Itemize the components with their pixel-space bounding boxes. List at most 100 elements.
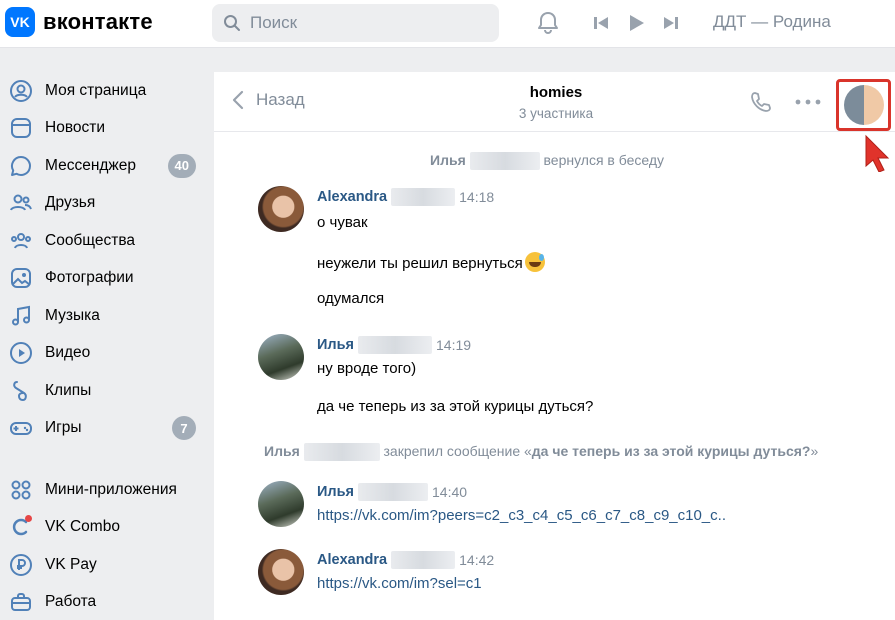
- message-time[interactable]: 14:42: [459, 552, 494, 568]
- sidebar-item-label: Друзья: [45, 194, 96, 212]
- event-text: вернулся в беседу: [543, 152, 665, 168]
- sidebar-item-messenger[interactable]: Мессенджер 40: [0, 147, 212, 185]
- avatar[interactable]: [258, 186, 304, 232]
- friends-icon: [10, 194, 32, 211]
- redacted-surname: [358, 336, 433, 354]
- message-text: неужели ты решил вернуться: [317, 255, 523, 272]
- bell-icon[interactable]: [535, 10, 561, 36]
- message-text: ну вроде того): [317, 360, 417, 377]
- sidebar-item-vk-pay[interactable]: VK Pay: [0, 546, 212, 584]
- message-text: одумался: [317, 290, 385, 307]
- cursor-arrow-icon: [865, 134, 890, 172]
- message-time[interactable]: 14:19: [436, 337, 471, 353]
- message-link[interactable]: https://vk.com/im?peers=c2_c3_c4_c5_c6_c…: [317, 507, 726, 524]
- sidebar-item-label: Видео: [45, 344, 91, 362]
- message-time[interactable]: 14:18: [459, 189, 494, 205]
- user-circle-icon: [10, 79, 32, 102]
- system-event-pinned: Илья закрепил сообщение «да че теперь из…: [264, 443, 819, 462]
- sidebar-item-label: Моя страница: [45, 81, 147, 99]
- message-author[interactable]: Alexandra: [317, 189, 387, 205]
- back-label: Назад: [256, 90, 305, 109]
- sidebar-item-label: Новости: [45, 119, 106, 137]
- message-link[interactable]: https://vk.com/im?sel=c1: [317, 575, 482, 592]
- sidebar-item-games[interactable]: Игры 7: [0, 410, 212, 448]
- event-author[interactable]: Илья: [430, 152, 466, 168]
- audio-player-controls: [592, 13, 680, 33]
- avatar[interactable]: [258, 549, 304, 595]
- gamepad-icon: [10, 422, 32, 436]
- now-playing-title[interactable]: ДДТ — Родина: [713, 12, 831, 32]
- avatar[interactable]: [258, 334, 304, 380]
- avatar[interactable]: [258, 481, 304, 527]
- search-placeholder: Поиск: [250, 13, 298, 32]
- communities-icon: [11, 232, 31, 249]
- message-text-with-emoji: неужели ты решил вернуться: [317, 252, 545, 272]
- message-icon: [11, 155, 31, 176]
- unread-badge: 40: [167, 153, 196, 178]
- sidebar-item-label: VK Combo: [45, 518, 120, 536]
- sidebar-item-vk-combo[interactable]: VK Combo: [0, 509, 212, 547]
- sidebar-divider: [0, 447, 212, 471]
- vk-logo[interactable]: VK вконтакте: [5, 7, 153, 37]
- sidebar-item-friends[interactable]: Друзья: [0, 185, 212, 223]
- sweat-smile-emoji-icon: [524, 252, 545, 272]
- redacted-surname: [391, 188, 456, 206]
- music-icon: [12, 305, 30, 326]
- participants-count[interactable]: 3 участника: [496, 106, 616, 121]
- clips-icon: [13, 380, 27, 401]
- ruble-icon: [10, 553, 32, 576]
- next-track-icon[interactable]: [662, 14, 680, 32]
- back-button[interactable]: Назад: [232, 90, 305, 110]
- chat-avatar[interactable]: [843, 85, 884, 125]
- games-badge: 7: [172, 416, 196, 441]
- sidebar-item-music[interactable]: Музыка: [0, 297, 212, 335]
- left-navigation: Моя страница Новости Мессенджер 40 Друзь…: [0, 72, 212, 620]
- sidebar-item-my-page[interactable]: Моя страница: [0, 72, 212, 110]
- apps-icon: [11, 480, 31, 500]
- sidebar-item-news[interactable]: Новости: [0, 110, 212, 148]
- sidebar-item-photos[interactable]: Фотографии: [0, 260, 212, 298]
- message-header: Alexandra 14:18: [317, 188, 494, 206]
- message-text: о чувак: [317, 214, 368, 231]
- message-header: Alexandra 14:42: [317, 551, 494, 569]
- redacted-surname: [469, 152, 540, 171]
- message-author[interactable]: Alexandra: [317, 552, 387, 568]
- sidebar-item-label: Мессенджер: [45, 156, 137, 174]
- sidebar-item-mini-apps[interactable]: Мини-приложения: [0, 471, 212, 509]
- play-icon[interactable]: [626, 13, 646, 33]
- event-author[interactable]: Илья: [264, 443, 300, 459]
- photo-icon: [11, 268, 31, 289]
- redacted-surname: [391, 551, 456, 569]
- conversation-title[interactable]: homies: [506, 84, 606, 101]
- event-text-suffix: »: [810, 443, 819, 459]
- sidebar-item-video[interactable]: Видео: [0, 335, 212, 373]
- search-icon: [224, 15, 240, 31]
- more-icon[interactable]: [795, 99, 821, 105]
- notification-dot: [25, 514, 32, 522]
- system-event: Илья вернулся в беседу: [430, 152, 665, 171]
- message-header: Илья 14:19: [317, 336, 471, 354]
- pinned-message-link[interactable]: да че теперь из за этой курицы дуться?: [532, 443, 811, 459]
- sidebar-item-label: Клипы: [45, 381, 92, 399]
- event-text: закрепил сообщение «: [383, 443, 532, 459]
- message-author[interactable]: Илья: [317, 484, 354, 500]
- redacted-surname: [358, 483, 429, 501]
- sidebar-item-label: VK Pay: [45, 555, 97, 573]
- sidebar-item-jobs[interactable]: Работа: [0, 584, 212, 620]
- conversation-header: Назад homies 3 участника: [214, 72, 895, 172]
- search-input[interactable]: Поиск: [212, 4, 499, 42]
- previous-track-icon[interactable]: [592, 14, 610, 32]
- sidebar-item-label: Сообщества: [45, 231, 136, 249]
- chevron-left-icon: [232, 90, 244, 110]
- vk-logo-mark: VK: [5, 7, 35, 37]
- chat-avatar-highlight[interactable]: [836, 79, 891, 131]
- sidebar-item-label: Фотографии: [45, 269, 134, 287]
- sidebar-item-label: Музыка: [45, 306, 100, 324]
- sidebar-item-label: Игры: [45, 419, 82, 437]
- vk-logo-text: вконтакте: [43, 9, 153, 34]
- sidebar-item-clips[interactable]: Клипы: [0, 372, 212, 410]
- message-author[interactable]: Илья: [317, 337, 354, 353]
- message-time[interactable]: 14:40: [432, 484, 467, 500]
- sidebar-item-communities[interactable]: Сообщества: [0, 222, 212, 260]
- phone-icon[interactable]: [749, 90, 773, 114]
